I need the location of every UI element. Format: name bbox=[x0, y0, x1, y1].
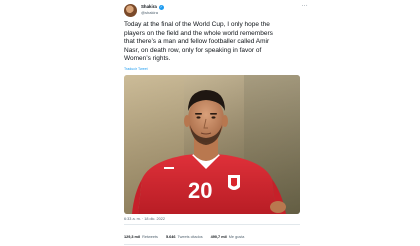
tweet-text: Today at the final of the World Cup, I o… bbox=[124, 21, 304, 64]
tweet-stats: 129,3 mil Retweets 5.646 Tweets citados … bbox=[124, 233, 304, 241]
stat-label: Tweets citados bbox=[177, 235, 203, 239]
divider bbox=[124, 224, 300, 225]
tweet-text-line: Women’s rights. bbox=[124, 55, 171, 62]
stat-label: Me gusta bbox=[228, 235, 245, 239]
divider bbox=[124, 244, 300, 245]
stat-value: 5.646 bbox=[165, 235, 176, 239]
author-handle[interactable]: @shakira bbox=[141, 10, 158, 15]
tweet-card: Shakira ✓ @shakira ··· Today at the fina… bbox=[114, 0, 310, 246]
tweet-text-line: players on the field and the whole world… bbox=[124, 29, 273, 37]
tweet-text-line: Nasr, on death row, only for speaking in… bbox=[124, 46, 262, 54]
verified-badge-icon: ✓ bbox=[158, 4, 164, 10]
tweet-text-line: Today at the final of the World Cup, I o… bbox=[124, 21, 270, 28]
stat-label: Retweets bbox=[142, 235, 158, 239]
stat-value: 490,7 mil bbox=[210, 235, 227, 239]
stat-likes[interactable]: 490,7 mil Me gusta bbox=[211, 234, 245, 240]
avatar[interactable] bbox=[124, 4, 137, 17]
more-options-icon[interactable]: ··· bbox=[301, 3, 308, 9]
stat-value: 129,3 mil bbox=[124, 235, 141, 239]
stat-retweets[interactable]: 129,3 mil Retweets bbox=[124, 234, 158, 240]
tweet-photo[interactable]: 20 bbox=[124, 75, 300, 214]
translate-tweet-link[interactable]: Traducir Tweet bbox=[124, 67, 148, 72]
tweet-text-line: that there’s a man and fellow footballer… bbox=[124, 38, 270, 45]
tweet-timestamp[interactable]: 6:33 a. m. · 18 dic. 2022 bbox=[124, 217, 165, 222]
stat-quote-tweets[interactable]: 5.646 Tweets citados bbox=[166, 234, 203, 240]
jersey-number: 20 bbox=[188, 178, 212, 203]
